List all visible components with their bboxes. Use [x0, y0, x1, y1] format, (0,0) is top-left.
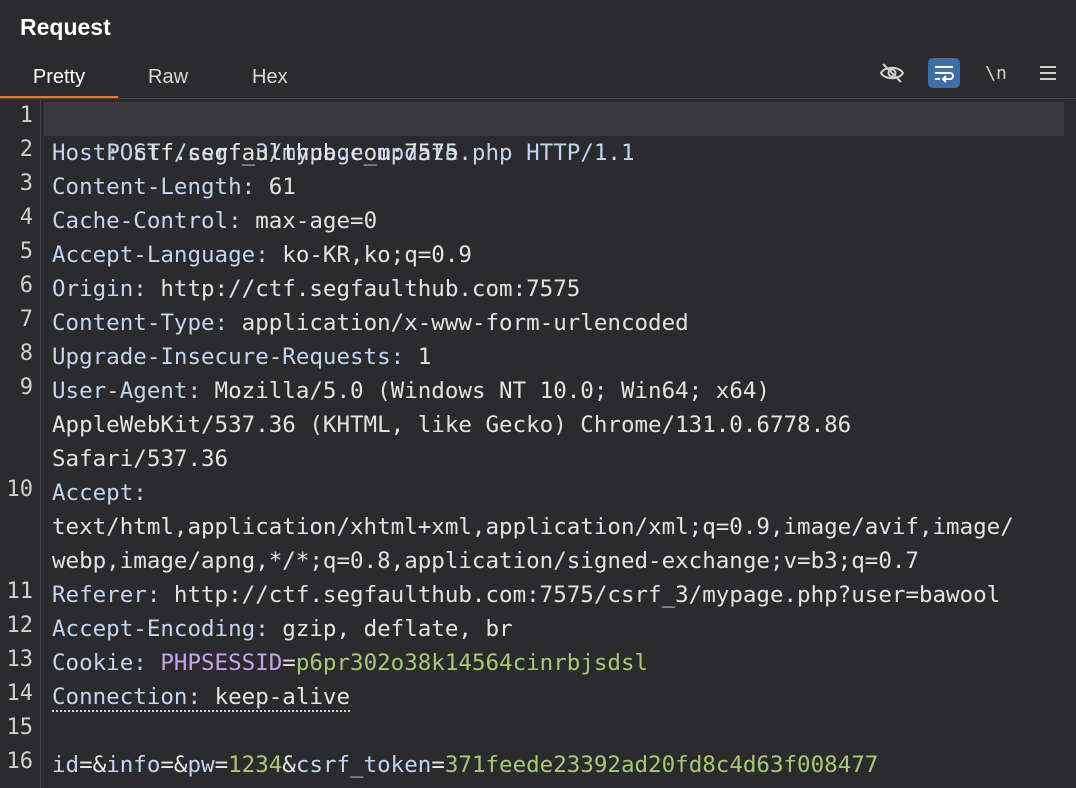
header-name: Referer:	[52, 582, 161, 608]
header-value: http://ctf.segfaulthub.com:7575	[146, 276, 581, 302]
header-name: Origin:	[52, 276, 147, 302]
request-line: POST /csrf_3/mypage_update.php HTTP/1.1	[52, 102, 634, 166]
header-name: Cache-Control:	[52, 208, 242, 234]
header-line-content-type: Content-Type: application/x-www-form-url…	[52, 306, 689, 340]
tab-divider	[0, 98, 1076, 99]
line-number: 2	[19, 137, 33, 162]
param-separator: =	[214, 752, 229, 778]
header-line-user-agent-wrap: AppleWebKit/537.36 (KHTML, like Gecko) C…	[52, 408, 851, 442]
header-name: Connection:	[52, 684, 202, 710]
line-number: 16	[6, 749, 34, 774]
show-newlines-button[interactable]: \n	[980, 58, 1012, 88]
header-name: Content-Type:	[52, 310, 229, 336]
request-editor[interactable]: 1 2 3 4 5 6 7 8 9 10 11 12 13 14 15 16 P…	[0, 100, 1076, 788]
header-line-host: Host: ctf.segfaulthub.com:7575	[52, 136, 458, 170]
header-value: keep-alive	[214, 684, 351, 710]
header-value: 1	[404, 344, 432, 370]
param-separator: &	[282, 752, 296, 778]
panel-title: Request	[20, 14, 111, 40]
header-value: ctf.segfaulthub.com:7575	[119, 140, 459, 166]
header-value: gzip, deflate, br	[268, 616, 513, 642]
request-body-line: id=&info=&pw=1234&csrf_token=371feede233…	[52, 748, 878, 782]
header-line-accept-encoding: Accept-Encoding: gzip, deflate, br	[52, 612, 513, 646]
line-number: 14	[6, 681, 34, 706]
param-key: csrf_token	[295, 752, 432, 778]
tab-hex[interactable]: Hex	[252, 58, 288, 98]
line-number: 15	[6, 715, 34, 740]
header-name: Content-Length:	[52, 174, 256, 200]
header-value: webp,image/apng,*/*;q=0.8,application/si…	[52, 548, 919, 574]
cookie-value: p6pr302o38k14564cinrbjsdsl	[295, 650, 649, 676]
header-value: max-age=0	[241, 208, 378, 234]
header-name: Accept-Encoding:	[52, 616, 269, 642]
line-number-gutter: 1 2 3 4 5 6 7 8 9 10 11 12 13 14 15 16	[0, 100, 41, 788]
header-name: Host:	[52, 140, 120, 166]
header-value: Mozilla/5.0 (Windows NT 10.0; Win64; x64…	[201, 378, 770, 404]
header-line-accept: Accept:	[52, 476, 147, 510]
line-number: 1	[19, 103, 33, 128]
line-number: 3	[19, 171, 33, 196]
hamburger-menu-icon	[1040, 66, 1056, 80]
param-key: id	[52, 752, 80, 778]
header-value: AppleWebKit/537.36 (KHTML, like Gecko) C…	[52, 412, 852, 438]
header-value: text/html,application/xhtml+xml,applicat…	[52, 514, 1014, 540]
header-line-cache-control: Cache-Control: max-age=0	[52, 204, 377, 238]
view-tabs: Pretty Raw Hex	[0, 58, 1076, 99]
header-name: Upgrade-Insecure-Requests:	[52, 344, 405, 370]
header-line-content-length: Content-Length: 61	[52, 170, 296, 204]
line-number: 13	[6, 647, 34, 672]
param-separator: =	[431, 752, 445, 778]
header-value: Safari/537.36	[52, 446, 229, 472]
cookie-key: PHPSESSID	[160, 650, 283, 676]
header-line-accept-wrap: text/html,application/xhtml+xml,applicat…	[52, 510, 1014, 544]
header-line-upgrade-insecure-requests: Upgrade-Insecure-Requests: 1	[52, 340, 431, 374]
param-separator: =&	[79, 752, 107, 778]
line-number: 12	[6, 613, 34, 638]
param-key: info	[106, 752, 161, 778]
header-line-accept-language: Accept-Language: ko-KR,ko;q=0.9	[52, 238, 472, 272]
header-value: http://ctf.segfaulthub.com:7575/csrf_3/m…	[160, 582, 1001, 608]
header-line-origin: Origin: http://ctf.segfaulthub.com:7575	[52, 272, 580, 306]
header-name: User-Agent:	[52, 378, 202, 404]
line-number: 7	[19, 307, 33, 332]
param-value: 1234	[228, 752, 283, 778]
header-name: Accept-Language:	[52, 242, 269, 268]
line-number: 11	[6, 579, 34, 604]
header-value: 61	[255, 174, 296, 200]
tab-pretty[interactable]: Pretty	[0, 58, 118, 99]
header-line-referer: Referer: http://ctf.segfaulthub.com:7575…	[52, 578, 1000, 612]
line-number: 8	[19, 341, 33, 366]
header-line-user-agent: User-Agent: Mozilla/5.0 (Windows NT 10.0…	[52, 374, 770, 408]
header-name: Cookie:	[52, 650, 147, 676]
line-number: 10	[6, 477, 34, 502]
wrap-lines-icon	[935, 66, 954, 83]
tab-raw[interactable]: Raw	[148, 58, 188, 98]
hide-nonprintable-button[interactable]	[876, 58, 908, 88]
param-key: pw	[187, 752, 215, 778]
eye-off-icon	[879, 63, 905, 83]
cookie-equals: =	[282, 650, 296, 676]
header-line-connection: Connection: keep-alive	[52, 680, 351, 714]
header-line-accept-wrap: webp,image/apng,*/*;q=0.8,application/si…	[52, 544, 919, 578]
header-line-cookie: Cookie: PHPSESSID=p6pr302o38k14564cinrbj…	[52, 646, 648, 680]
header-value: application/x-www-form-urlencoded	[228, 310, 689, 336]
menu-button[interactable]	[1032, 58, 1064, 88]
header-value: ko-KR,ko;q=0.9	[268, 242, 472, 268]
line-number: 6	[19, 273, 33, 298]
line-number: 9	[19, 375, 33, 400]
param-value: 371feede23392ad20fd8c4d63f008477	[444, 752, 879, 778]
header-name: Accept:	[52, 480, 147, 506]
line-number: 4	[19, 205, 33, 230]
line-number: 5	[19, 239, 33, 264]
header-line-user-agent-wrap: Safari/537.36	[52, 442, 228, 476]
param-separator: =&	[160, 752, 188, 778]
word-wrap-button[interactable]	[928, 58, 960, 88]
